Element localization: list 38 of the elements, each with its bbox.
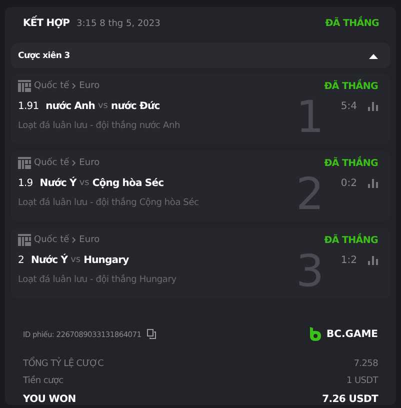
odds-value: 1.91 [18, 100, 39, 112]
summary-value: 7.26 USDT [322, 394, 378, 404]
market-label: Loạt đá luân lưu - đội thắng Cộng hòa Séc [18, 198, 200, 208]
match-score: 0:2 [340, 178, 357, 188]
summary-value: 7.258 [354, 358, 378, 368]
leg-status: ĐÃ THẮNG [324, 80, 378, 92]
summary-value: 1 USDT [346, 376, 378, 386]
odds-value: 2 [18, 254, 24, 266]
tournament-label: Euro [79, 81, 100, 91]
match-score: 1:2 [340, 254, 357, 266]
away-team: Hungary [84, 254, 129, 266]
home-team: Nước Ý [30, 254, 68, 266]
league-label: Quốc tế [34, 235, 70, 245]
versus-label: vs [70, 255, 81, 265]
home-team: nước Anh [46, 100, 95, 112]
home-team: Nước Ý [40, 178, 76, 188]
bet-datetime: 3:15 8 thg 5, 2023 [76, 19, 160, 29]
leg-status: ĐÃ THẮNG [324, 234, 378, 246]
brand-name: BC.GAME [326, 328, 378, 340]
summary-label: Tiền cược [23, 376, 64, 386]
league-label: Quốc tế [34, 81, 70, 91]
parlay-toggle[interactable]: Cược xiên 3 [11, 43, 390, 68]
versus-label: vs [98, 101, 108, 111]
league-label: Quốc tế [34, 158, 70, 168]
versus-label: vs [79, 178, 90, 188]
summary-label: YOU WON [23, 394, 76, 404]
match-score: 5:4 [340, 100, 357, 112]
tournament-label: Euro [79, 158, 100, 168]
away-team: nước Đức [110, 100, 160, 112]
odds-value: 1.9 [18, 178, 33, 188]
bet-type-title: KẾT HỢP [23, 18, 70, 29]
tournament-label: Euro [79, 235, 100, 245]
leg-status: ĐÃ THẮNG [324, 158, 378, 168]
summary-label: TỔNG TỶ LỆ CƯỢC [23, 358, 104, 368]
market-label: Loạt đá luân lưu - đội thắng Hungary [18, 275, 178, 285]
bet-status: ĐÃ THẮNG [325, 18, 379, 29]
market-label: Loạt đá luân lưu - đội thắng nước Anh [18, 121, 182, 131]
away-team: Cộng hòa Séc [92, 178, 164, 188]
